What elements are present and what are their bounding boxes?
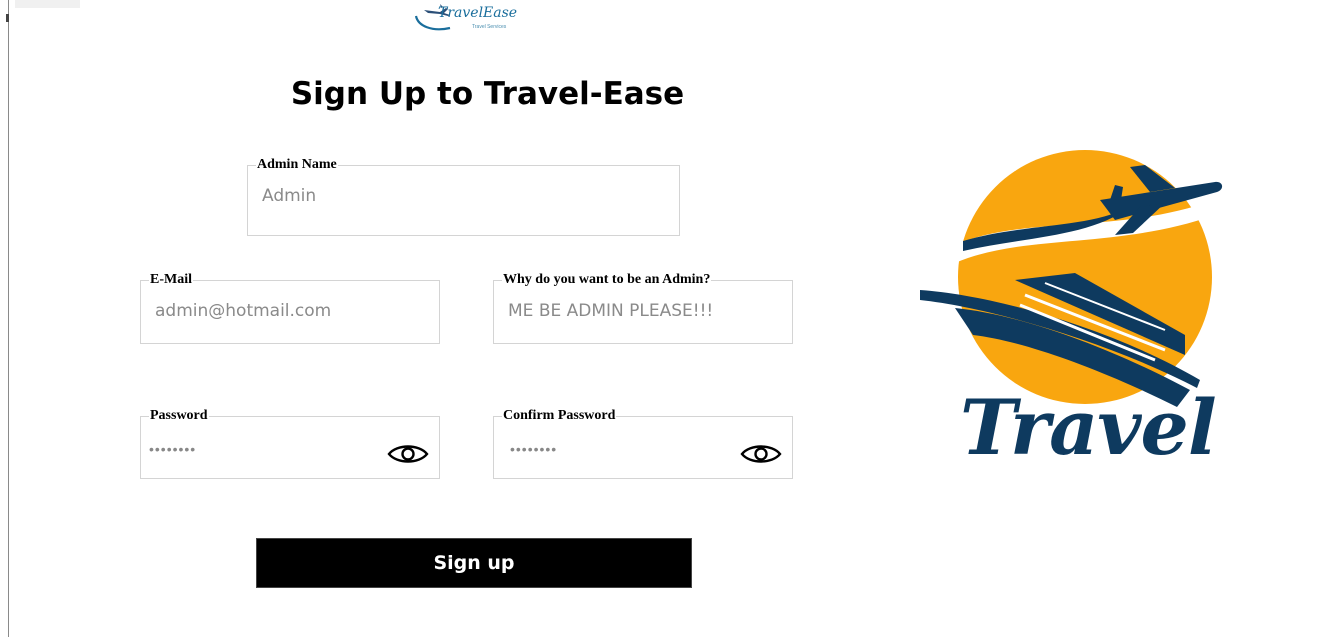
confirm-password-label: Confirm Password bbox=[503, 408, 616, 423]
admin-reason-field: Why do you want to be an Admin? bbox=[493, 273, 793, 344]
admin-name-field: Admin Name bbox=[247, 158, 680, 236]
confirm-password-field: Confirm Password •••••••• bbox=[493, 409, 793, 479]
eye-icon[interactable] bbox=[740, 441, 782, 467]
brand-tagline: Travel Services bbox=[472, 24, 507, 30]
brand-name: TravelEase bbox=[438, 5, 518, 21]
confirm-password-input[interactable]: •••••••• bbox=[510, 441, 557, 457]
email-input[interactable] bbox=[155, 301, 425, 321]
admin-reason-label: Why do you want to be an Admin? bbox=[503, 272, 711, 287]
email-field: E-Mail bbox=[140, 273, 440, 344]
email-label: E-Mail bbox=[150, 272, 192, 287]
signup-button[interactable]: Sign up bbox=[256, 538, 692, 588]
admin-name-input[interactable] bbox=[262, 186, 665, 206]
password-field: Password •••••••• bbox=[140, 409, 440, 479]
eye-icon[interactable] bbox=[387, 441, 429, 467]
top-tab[interactable] bbox=[15, 0, 80, 8]
password-input[interactable]: •••••••• bbox=[149, 441, 196, 457]
admin-reason-input[interactable] bbox=[508, 301, 778, 321]
window-edge bbox=[8, 0, 9, 637]
signup-page: TravelEase Travel Services Sign Up to Tr… bbox=[0, 0, 1333, 637]
password-label: Password bbox=[150, 408, 208, 423]
travel-wordmark: Travel bbox=[960, 383, 1217, 472]
window-edge-marker bbox=[6, 14, 9, 22]
page-title: Sign Up to Travel-Ease bbox=[290, 76, 685, 112]
admin-name-label: Admin Name bbox=[257, 157, 337, 172]
